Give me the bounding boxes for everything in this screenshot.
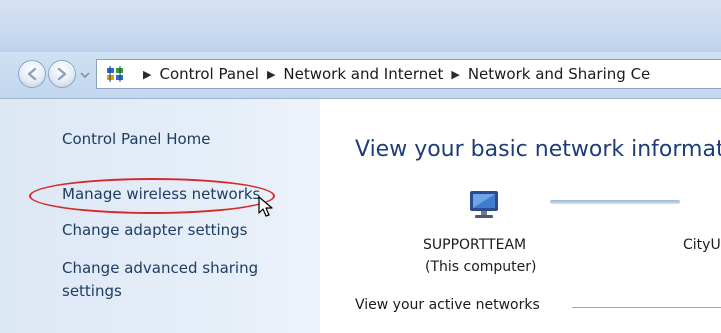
network-name-label: CityU: [683, 237, 721, 253]
back-arrow-icon: [27, 67, 37, 81]
breadcrumb-network-and-sharing-center[interactable]: Network and Sharing Ce: [468, 65, 650, 83]
forward-button[interactable]: [48, 60, 76, 88]
breadcrumb-control-panel[interactable]: Control Panel: [159, 65, 258, 83]
sidebar-item-manage-wireless-networks[interactable]: Manage wireless networks: [62, 183, 260, 205]
computer-name-label: SUPPORTTEAM: [423, 237, 527, 253]
back-button[interactable]: [18, 60, 46, 88]
recent-pages-dropdown[interactable]: [79, 67, 91, 81]
sidebar-item-control-panel-home[interactable]: Control Panel Home: [62, 128, 211, 150]
navigation-toolbar: ▶ Control Panel ▶ Network and Internet ▶…: [0, 52, 721, 99]
section-divider: [572, 307, 721, 308]
connection-line: [550, 200, 680, 204]
computer-icon[interactable]: [467, 189, 501, 221]
control-panel-icon: [107, 66, 123, 82]
active-networks-section-title: View your active networks: [355, 297, 540, 313]
breadcrumb-separator-icon: ▶: [143, 67, 152, 81]
chevron-down-icon: [80, 72, 90, 79]
address-bar[interactable]: ▶ Control Panel ▶ Network and Internet ▶…: [96, 59, 721, 89]
sidebar-item-change-adapter-settings[interactable]: Change adapter settings: [62, 219, 248, 241]
sidebar-item-change-advanced-sharing[interactable]: Change advanced sharing: [62, 257, 258, 279]
computer-caption-label: (This computer): [425, 259, 537, 275]
page-title: View your basic network informati: [355, 137, 721, 162]
mouse-cursor-icon: [258, 196, 273, 217]
forward-arrow-icon: [57, 67, 67, 81]
breadcrumb-separator-icon: ▶: [451, 67, 460, 81]
main-content: View your basic network informati SUPPOR…: [320, 99, 721, 333]
sidebar-item-change-advanced-sharing-cont[interactable]: settings: [62, 280, 122, 302]
breadcrumb-separator-icon: ▶: [266, 67, 276, 81]
window-titlebar: [0, 0, 721, 52]
breadcrumb-network-and-internet[interactable]: Network and Internet: [283, 65, 443, 83]
